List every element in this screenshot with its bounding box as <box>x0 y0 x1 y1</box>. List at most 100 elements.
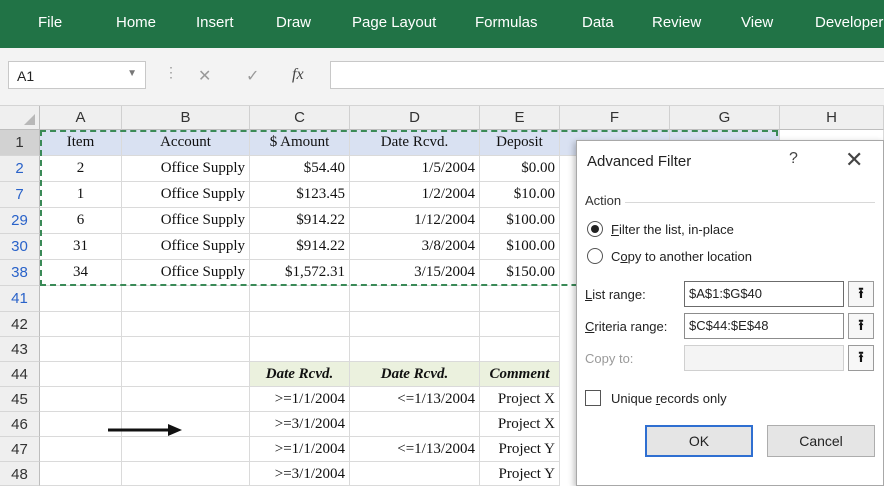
row-header[interactable]: 41 <box>0 286 40 312</box>
tab-review[interactable]: Review <box>652 14 701 31</box>
criteria-cell[interactable]: Project X <box>480 387 560 412</box>
table-cell[interactable]: $914.22 <box>250 234 350 260</box>
empty-cell[interactable] <box>40 286 122 312</box>
criteria-cell[interactable]: Project Y <box>480 437 560 462</box>
range-picker-icon[interactable]: ⭱ <box>848 281 874 307</box>
header-cell-item[interactable]: Item <box>40 130 122 156</box>
empty-cell[interactable] <box>40 462 122 486</box>
criteria-header-cell[interactable]: Date Rcvd. <box>350 362 480 387</box>
fx-icon[interactable]: fx <box>292 66 304 84</box>
header-cell-date[interactable]: Date Rcvd. <box>350 130 480 156</box>
radio-filter-in-place[interactable] <box>587 221 603 237</box>
header-cell-account[interactable]: Account <box>122 130 250 156</box>
table-cell[interactable]: Office Supply <box>122 260 250 286</box>
col-header-g[interactable]: G <box>670 106 780 130</box>
empty-cell[interactable] <box>480 286 560 312</box>
tab-insert[interactable]: Insert <box>196 14 234 31</box>
empty-cell[interactable] <box>40 337 122 362</box>
criteria-cell[interactable]: >=3/1/2004 <box>250 412 350 437</box>
criteria-header-cell[interactable]: Date Rcvd. <box>250 362 350 387</box>
ok-button[interactable]: OK <box>645 425 753 457</box>
table-cell[interactable]: Office Supply <box>122 182 250 208</box>
col-header-f[interactable]: F <box>560 106 670 130</box>
cancel-x-icon[interactable]: ✕ <box>198 66 211 86</box>
row-header[interactable]: 7 <box>0 182 40 208</box>
unique-records-checkbox[interactable] <box>585 390 601 406</box>
tab-page-layout[interactable]: Page Layout <box>352 14 436 31</box>
table-cell[interactable]: Office Supply <box>122 156 250 182</box>
table-cell[interactable]: Office Supply <box>122 234 250 260</box>
empty-cell[interactable] <box>122 387 250 412</box>
empty-cell[interactable] <box>122 286 250 312</box>
row-header[interactable]: 38 <box>0 260 40 286</box>
criteria-range-input[interactable]: $C$44:$E$48 <box>684 313 844 339</box>
tab-view[interactable]: View <box>741 14 773 31</box>
criteria-cell[interactable]: <=1/13/2004 <box>350 437 480 462</box>
row-header[interactable]: 42 <box>0 312 40 337</box>
table-cell[interactable]: $100.00 <box>480 234 560 260</box>
row-header[interactable]: 44 <box>0 362 40 387</box>
row-header[interactable]: 46 <box>0 412 40 437</box>
col-header-c[interactable]: C <box>250 106 350 130</box>
unique-records-label[interactable]: Unique records only <box>611 391 727 406</box>
table-cell[interactable]: 1/12/2004 <box>350 208 480 234</box>
radio-copy-to-location[interactable] <box>587 248 603 264</box>
empty-cell[interactable] <box>480 312 560 337</box>
empty-cell[interactable] <box>350 337 480 362</box>
table-cell[interactable]: $914.22 <box>250 208 350 234</box>
row-header[interactable]: 30 <box>0 234 40 260</box>
table-cell[interactable]: 31 <box>40 234 122 260</box>
tab-formulas[interactable]: Formulas <box>475 14 538 31</box>
option-filter-in-place-label[interactable]: Filter the list, in-place <box>611 222 734 237</box>
row-header[interactable]: 43 <box>0 337 40 362</box>
header-cell-amount[interactable]: $ Amount <box>250 130 350 156</box>
copy-to-input[interactable] <box>684 345 844 371</box>
col-header-h[interactable]: H <box>780 106 884 130</box>
range-picker-icon[interactable]: ⭱ <box>848 313 874 339</box>
table-cell[interactable]: $123.45 <box>250 182 350 208</box>
row-header[interactable]: 29 <box>0 208 40 234</box>
table-cell[interactable]: $54.40 <box>250 156 350 182</box>
row-header[interactable]: 2 <box>0 156 40 182</box>
table-cell[interactable]: $10.00 <box>480 182 560 208</box>
empty-cell[interactable] <box>40 387 122 412</box>
enter-check-icon[interactable]: ✓ <box>246 66 259 86</box>
table-cell[interactable]: 2 <box>40 156 122 182</box>
tab-data[interactable]: Data <box>582 14 614 31</box>
criteria-cell[interactable]: Project Y <box>480 462 560 486</box>
table-cell[interactable]: $150.00 <box>480 260 560 286</box>
header-cell-deposit[interactable]: Deposit <box>480 130 560 156</box>
row-header[interactable]: 45 <box>0 387 40 412</box>
criteria-cell[interactable]: >=3/1/2004 <box>250 462 350 486</box>
table-cell[interactable]: 3/15/2004 <box>350 260 480 286</box>
name-box[interactable]: A1 ▼ <box>8 61 146 89</box>
empty-cell[interactable] <box>122 437 250 462</box>
row-header[interactable]: 48 <box>0 462 40 486</box>
criteria-cell[interactable] <box>350 462 480 486</box>
empty-cell[interactable] <box>480 337 560 362</box>
table-cell[interactable]: 1/2/2004 <box>350 182 480 208</box>
empty-cell[interactable] <box>40 362 122 387</box>
col-header-b[interactable]: B <box>122 106 250 130</box>
empty-cell[interactable] <box>250 337 350 362</box>
empty-cell[interactable] <box>40 437 122 462</box>
empty-cell[interactable] <box>122 362 250 387</box>
table-cell[interactable]: 1 <box>40 182 122 208</box>
criteria-header-cell[interactable]: Comment <box>480 362 560 387</box>
table-cell[interactable]: Office Supply <box>122 208 250 234</box>
criteria-cell[interactable]: >=1/1/2004 <box>250 387 350 412</box>
row-header[interactable]: 1 <box>0 130 40 156</box>
tab-developer[interactable]: Developer <box>815 14 883 31</box>
list-range-input[interactable]: $A$1:$G$40 <box>684 281 844 307</box>
empty-cell[interactable] <box>350 312 480 337</box>
table-cell[interactable]: 6 <box>40 208 122 234</box>
option-copy-to-location-label[interactable]: Copy to another location <box>611 249 752 264</box>
col-header-a[interactable]: A <box>40 106 122 130</box>
tab-draw[interactable]: Draw <box>276 14 311 31</box>
row-header[interactable]: 47 <box>0 437 40 462</box>
tab-home[interactable]: Home <box>116 14 156 31</box>
cancel-button[interactable]: Cancel <box>767 425 875 457</box>
empty-cell[interactable] <box>250 312 350 337</box>
criteria-cell[interactable]: Project X <box>480 412 560 437</box>
col-header-e[interactable]: E <box>480 106 560 130</box>
